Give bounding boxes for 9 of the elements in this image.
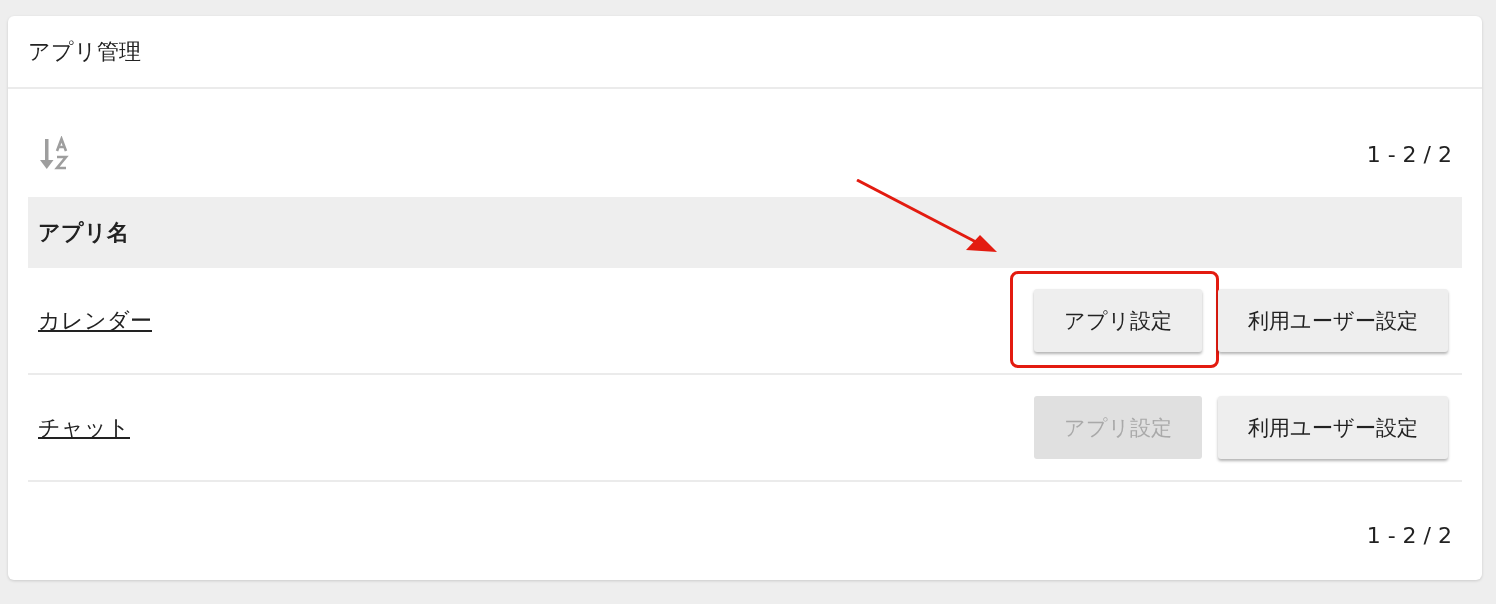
app-link[interactable]: カレンダー <box>38 305 152 336</box>
pagination-label: 1 - 2 / 2 <box>1366 141 1453 167</box>
pagination-label: 1 - 2 / 2 <box>1366 522 1453 548</box>
user-settings-button[interactable]: 利用ユーザー設定 <box>1218 289 1448 352</box>
column-header: アプリ名 <box>38 218 129 247</box>
user-settings-button[interactable]: 利用ユーザー設定 <box>1218 396 1448 459</box>
app-settings-button[interactable]: アプリ設定 <box>1034 289 1202 352</box>
app-link[interactable]: チャット <box>38 412 130 443</box>
card-title: アプリ管理 <box>28 37 141 66</box>
